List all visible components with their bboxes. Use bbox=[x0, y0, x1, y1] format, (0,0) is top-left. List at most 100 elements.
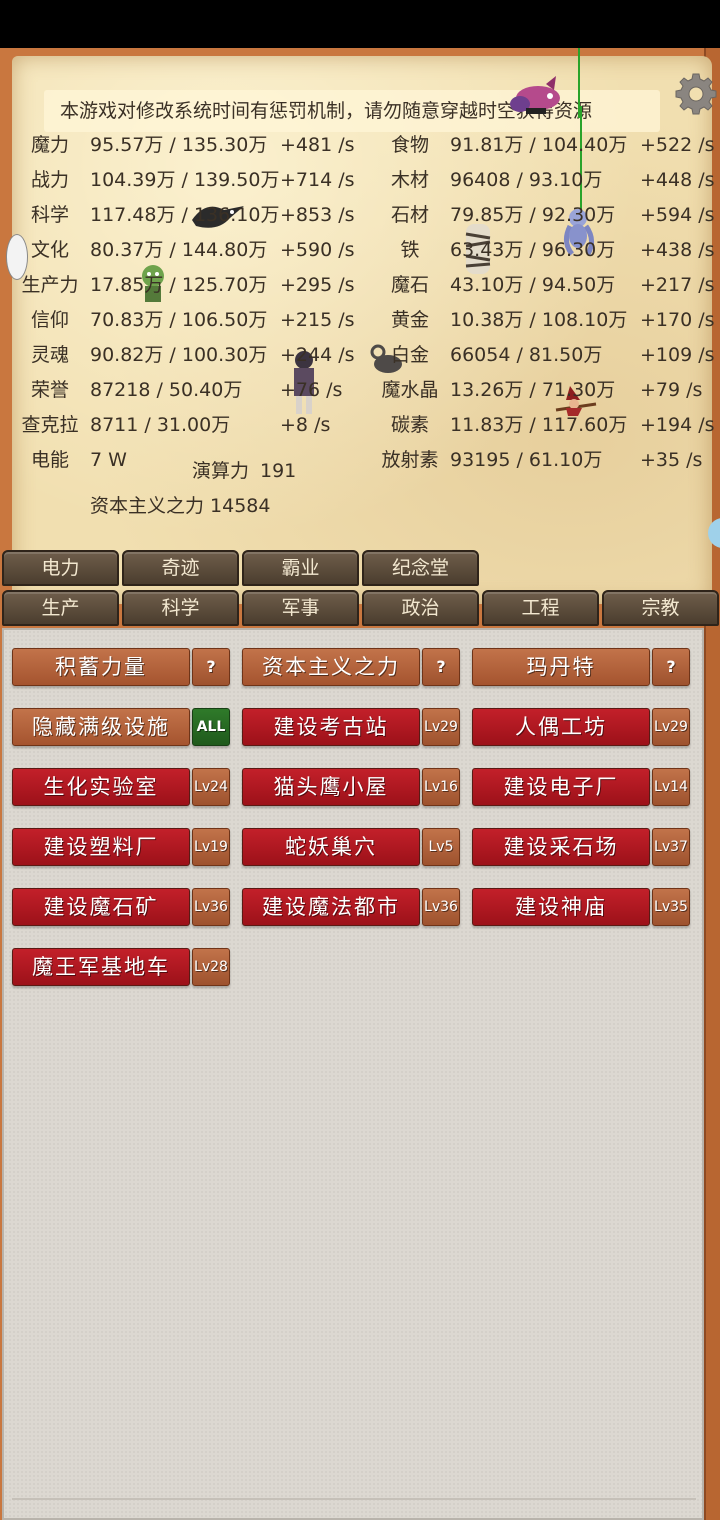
resource-name: 魔石 bbox=[390, 274, 429, 296]
resource-amount: 13.26万 / 71.30万 bbox=[450, 379, 616, 401]
building-button[interactable]: 隐藏满级设施 bbox=[12, 708, 190, 746]
resource-amount: 7 W bbox=[90, 449, 127, 471]
resource-amount: 70.83万 / 106.50万 bbox=[90, 309, 268, 331]
help-badge[interactable]: ? bbox=[192, 648, 230, 686]
level-badge[interactable]: Lv36 bbox=[422, 888, 460, 926]
level-badge[interactable]: Lv5 bbox=[422, 828, 460, 866]
level-badge[interactable]: Lv37 bbox=[652, 828, 690, 866]
resource-name: 查克拉 bbox=[21, 414, 79, 436]
resource-amount: 79.85万 / 92.30万 bbox=[450, 204, 616, 226]
building-button[interactable]: 生化实验室 bbox=[12, 768, 190, 806]
tab-tabs_row2-2[interactable]: 军事 bbox=[242, 590, 359, 626]
resource-rate: +76 /s bbox=[280, 379, 343, 401]
resource-rate: +215 /s bbox=[280, 309, 355, 331]
status-bar bbox=[0, 0, 720, 48]
help-badge[interactable]: ? bbox=[652, 648, 690, 686]
building-button[interactable]: 建设魔法都市 bbox=[242, 888, 420, 926]
resource-amount: 95.57万 / 135.30万 bbox=[90, 134, 268, 156]
resource-name: 战力 bbox=[30, 169, 69, 191]
resource-rate: +522 /s bbox=[640, 134, 715, 156]
level-badge[interactable]: Lv14 bbox=[652, 768, 690, 806]
building-button[interactable]: 人偶工坊 bbox=[472, 708, 650, 746]
building-button[interactable]: 积蓄力量 bbox=[12, 648, 190, 686]
resource-name: 铁 bbox=[400, 239, 420, 261]
tab-tabs_row1-2[interactable]: 霸业 bbox=[242, 550, 359, 586]
resource-amount: 11.83万 / 117.60万 bbox=[450, 414, 628, 436]
resource-name: 碳素 bbox=[390, 414, 429, 436]
resource-panel: 本游戏对修改系统时间有惩罚机制，请勿随意穿越时空获得资源 魔力 95.57万 /… bbox=[6, 48, 720, 604]
compute-label: 演算力 bbox=[192, 460, 250, 482]
resource-rate: +714 /s bbox=[280, 169, 355, 191]
all-toggle-badge[interactable]: ALL bbox=[192, 708, 230, 746]
capitalism-power: 资本主义之力 14584 bbox=[90, 495, 271, 517]
resource-rate: +109 /s bbox=[640, 344, 715, 366]
building-button[interactable]: 建设电子厂 bbox=[472, 768, 650, 806]
resource-rate: +853 /s bbox=[280, 204, 355, 226]
resource-rate: +590 /s bbox=[280, 239, 355, 261]
level-badge[interactable]: Lv35 bbox=[652, 888, 690, 926]
building-button[interactable]: 建设考古站 bbox=[242, 708, 420, 746]
building-button[interactable]: 建设神庙 bbox=[472, 888, 650, 926]
tab-tabs_row1-3[interactable]: 纪念堂 bbox=[362, 550, 479, 586]
resource-amount: 87218 / 50.40万 bbox=[90, 379, 243, 401]
resource-rate: +8 /s bbox=[280, 414, 331, 436]
resource-amount: 63.43万 / 96.30万 bbox=[450, 239, 616, 261]
resource-amount: 66054 / 81.50万 bbox=[450, 344, 603, 366]
resource-name: 魔水晶 bbox=[381, 379, 439, 401]
building-button[interactable]: 资本主义之力 bbox=[242, 648, 420, 686]
resource-name: 食物 bbox=[390, 134, 429, 156]
resource-name: 木材 bbox=[390, 169, 429, 191]
resource-amount: 91.81万 / 104.40万 bbox=[450, 134, 628, 156]
building-button[interactable]: 建设魔石矿 bbox=[12, 888, 190, 926]
resource-amount: 90.82万 / 100.30万 bbox=[90, 344, 268, 366]
level-badge[interactable]: Lv19 bbox=[192, 828, 230, 866]
game-screen: 本游戏对修改系统时间有惩罚机制，请勿随意穿越时空获得资源 魔力 95.57万 /… bbox=[0, 48, 720, 1520]
resource-rate: +448 /s bbox=[640, 169, 715, 191]
resource-rate: +481 /s bbox=[280, 134, 355, 156]
resource-name: 石材 bbox=[390, 204, 429, 226]
tab-tabs_row1-0[interactable]: 电力 bbox=[2, 550, 119, 586]
resource-name: 黄金 bbox=[390, 309, 429, 331]
resource-amount: 8711 / 31.00万 bbox=[90, 414, 231, 436]
resource-name: 荣誉 bbox=[30, 379, 69, 401]
resource-name: 魔力 bbox=[30, 134, 69, 156]
settings-gear-icon[interactable] bbox=[672, 70, 720, 118]
level-badge[interactable]: Lv24 bbox=[192, 768, 230, 806]
level-badge[interactable]: Lv29 bbox=[652, 708, 690, 746]
building-button[interactable]: 魔王军基地车 bbox=[12, 948, 190, 986]
resource-amount: 93195 / 61.10万 bbox=[450, 449, 603, 471]
resource-name: 电能 bbox=[30, 449, 69, 471]
resource-amount: 117.48万 / 136.10万 bbox=[90, 204, 280, 226]
resource-rate: +194 /s bbox=[640, 414, 715, 436]
resource-rate: +438 /s bbox=[640, 239, 715, 261]
resource-name: 白金 bbox=[390, 344, 429, 366]
tab-tabs_row2-1[interactable]: 科学 bbox=[122, 590, 239, 626]
resource-name: 信仰 bbox=[30, 309, 69, 331]
help-badge[interactable]: ? bbox=[422, 648, 460, 686]
building-button[interactable]: 猫头鹰小屋 bbox=[242, 768, 420, 806]
tab-tabs_row2-5[interactable]: 宗教 bbox=[602, 590, 719, 626]
building-button[interactable]: 建设塑料厂 bbox=[12, 828, 190, 866]
building-button[interactable]: 玛丹特 bbox=[472, 648, 650, 686]
level-badge[interactable]: Lv29 bbox=[422, 708, 460, 746]
side-bubble-icon[interactable] bbox=[708, 518, 720, 548]
resource-amount: 17.85万 / 125.70万 bbox=[90, 274, 268, 296]
resource-name: 生产力 bbox=[21, 274, 79, 296]
resource-rate: +295 /s bbox=[280, 274, 355, 296]
building-button[interactable]: 建设采石场 bbox=[472, 828, 650, 866]
resource-rate: +244 /s bbox=[280, 344, 355, 366]
notice-banner: 本游戏对修改系统时间有惩罚机制，请勿随意穿越时空获得资源 bbox=[44, 90, 660, 132]
resource-amount: 10.38万 / 108.10万 bbox=[450, 309, 628, 331]
action-panel: 积蓄力量? 资本主义之力? 玛丹特? 隐藏满级设施 ALL 建设考古站 Lv29 人偶工坊 Lv… bbox=[2, 628, 704, 1520]
level-badge[interactable]: Lv36 bbox=[192, 888, 230, 926]
tab-tabs_row2-4[interactable]: 工程 bbox=[482, 590, 599, 626]
building-button[interactable]: 蛇妖巢穴 bbox=[242, 828, 420, 866]
resource-rate: +35 /s bbox=[640, 449, 703, 471]
level-badge[interactable]: Lv28 bbox=[192, 948, 230, 986]
level-badge[interactable]: Lv16 bbox=[422, 768, 460, 806]
tab-tabs_row2-0[interactable]: 生产 bbox=[2, 590, 119, 626]
tab-tabs_row1-1[interactable]: 奇迹 bbox=[122, 550, 239, 586]
tab-tabs_row2-3[interactable]: 政治 bbox=[362, 590, 479, 626]
resource-rate: +79 /s bbox=[640, 379, 703, 401]
resource-name: 灵魂 bbox=[30, 344, 69, 366]
